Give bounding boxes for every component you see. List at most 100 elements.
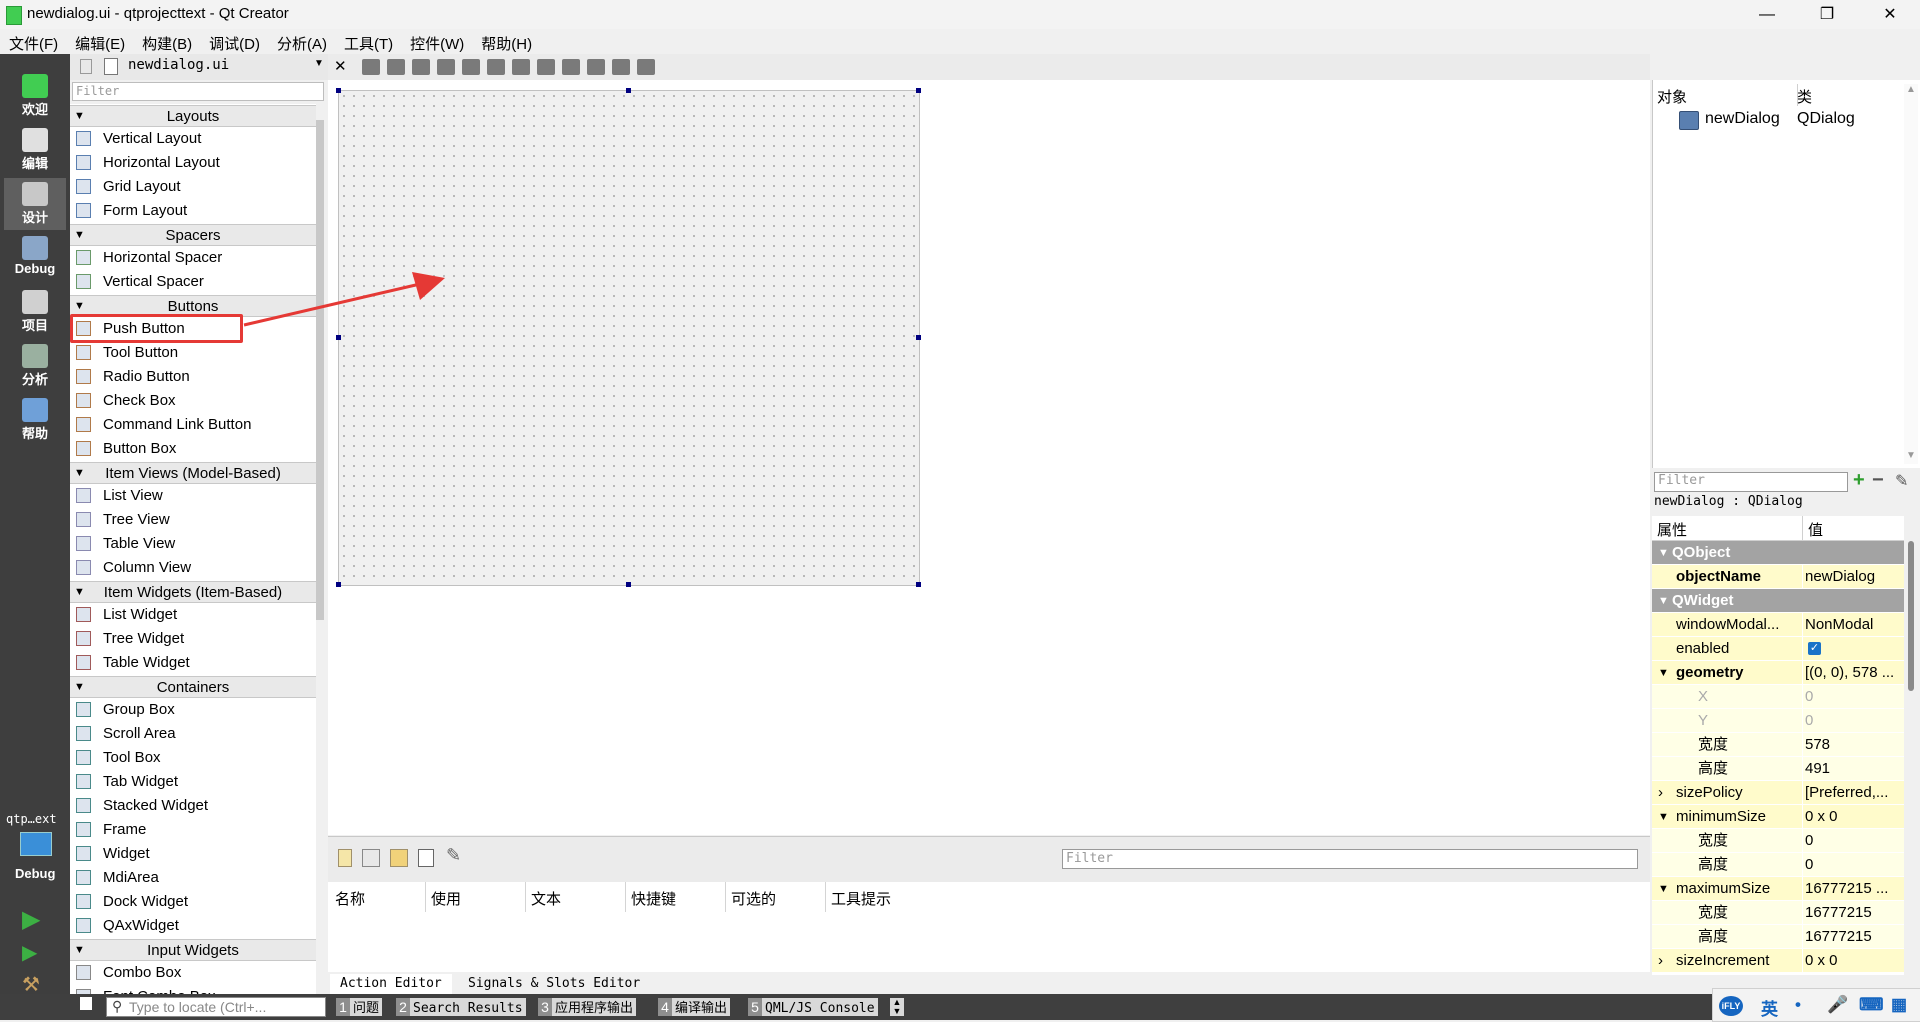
maximize-button[interactable]: ❐ (1797, 0, 1857, 29)
menu-item[interactable]: 控件(W) (401, 29, 472, 54)
edit-signals-icon[interactable] (387, 59, 405, 75)
property-row[interactable]: 高度 0 (1652, 853, 1904, 877)
property-row[interactable]: Y0 (1652, 709, 1904, 733)
category-header[interactable]: ▼ Containers (70, 676, 316, 698)
widget-item[interactable]: Frame (70, 818, 316, 842)
mode-4[interactable]: 项目 (4, 286, 66, 338)
paste-icon[interactable] (390, 849, 408, 867)
output-pane-tab[interactable]: 2 Search Results (396, 998, 526, 1016)
enabled-checkbox[interactable]: ✓ (1808, 642, 1821, 655)
close-document-icon[interactable]: ✕ (334, 57, 347, 75)
debug-run-icon[interactable]: ▶ (22, 940, 44, 964)
widget-item[interactable]: Button Box (70, 437, 316, 461)
scrollbar-thumb[interactable] (316, 120, 324, 620)
widget-item[interactable]: List View (70, 484, 316, 508)
property-value[interactable]: 0 (1805, 829, 1901, 853)
run-icon[interactable]: ▶ (22, 905, 40, 934)
property-row[interactable]: X0 (1652, 685, 1904, 709)
mode-0[interactable]: 欢迎 (4, 70, 66, 122)
layout-horizontal-splitter-icon[interactable] (512, 59, 530, 75)
ime-language-toggle[interactable]: 英 (1761, 995, 1778, 1020)
widget-item[interactable]: Table Widget (70, 651, 316, 675)
layout-vertical-splitter-icon[interactable] (537, 59, 555, 75)
punctuation-icon[interactable]: • (1795, 995, 1801, 1015)
chevron-right-icon[interactable]: › (1658, 949, 1663, 973)
resize-handle[interactable] (336, 582, 341, 587)
adjust-size-icon[interactable] (637, 59, 655, 75)
new-action-icon[interactable] (338, 849, 352, 867)
tab-action-editor[interactable]: Action Editor (330, 974, 452, 994)
property-row[interactable]: › sizeIncrement 0 x 0 (1652, 949, 1904, 973)
category-header[interactable]: ▼ Spacers (70, 224, 316, 246)
chevron-down-icon[interactable]: ▼ (1658, 589, 1669, 613)
property-value[interactable]: 0 (1805, 853, 1901, 877)
chevron-down-icon[interactable]: ▼ (1658, 877, 1669, 901)
output-pane-tab[interactable]: 1 问题 (336, 998, 383, 1016)
widget-item[interactable]: Scroll Area (70, 722, 316, 746)
widget-item[interactable]: Tool Box (70, 746, 316, 770)
ime-logo-icon[interactable]: iFLY (1719, 996, 1743, 1016)
widget-item[interactable]: Tree View (70, 508, 316, 532)
edit-widgets-icon[interactable] (362, 59, 380, 75)
widget-item[interactable]: List Widget (70, 603, 316, 627)
widget-item[interactable]: Tool Button (70, 341, 316, 365)
chevron-down-icon[interactable]: ▼ (1658, 805, 1669, 829)
locator-input[interactable]: Type to locate (Ctrl+... (106, 997, 326, 1017)
widget-item[interactable]: Group Box (70, 698, 316, 722)
layout-grid-icon[interactable] (587, 59, 605, 75)
remove-property-icon[interactable]: − (1872, 469, 1884, 492)
toggle-sidebar-icon[interactable] (80, 997, 92, 1010)
add-property-icon[interactable]: + (1853, 469, 1865, 492)
widget-item[interactable]: Combo Box (70, 961, 316, 985)
chevron-right-icon[interactable]: › (1658, 781, 1663, 805)
mode-1[interactable]: 编辑 (4, 124, 66, 176)
widget-item[interactable]: Vertical Layout (70, 127, 316, 151)
property-value[interactable]: 16777215 (1805, 901, 1901, 925)
property-row[interactable]: objectName newDialog (1652, 565, 1904, 589)
chevron-down-icon[interactable]: ▼ (1658, 661, 1669, 685)
apps-grid-icon[interactable]: ▦ (1891, 995, 1907, 1015)
mode-5[interactable]: 分析 (4, 340, 66, 392)
property-row[interactable]: ▼ maximumSize 16777215 ... (1652, 877, 1904, 901)
property-value[interactable]: newDialog (1805, 565, 1901, 589)
property-filter-input[interactable]: Filter (1654, 472, 1848, 492)
property-value[interactable]: 0 (1805, 685, 1901, 709)
monitor-icon[interactable] (20, 832, 52, 856)
widget-item[interactable]: QAxWidget (70, 914, 316, 938)
property-value[interactable]: 16777215 (1805, 925, 1901, 949)
property-value[interactable]: 578 (1805, 733, 1901, 757)
property-row[interactable]: ▼ QWidget (1652, 589, 1904, 613)
action-column-header[interactable]: 文本 (531, 888, 561, 909)
property-editor-scrollbar[interactable] (1904, 541, 1918, 975)
widget-item[interactable]: Horizontal Layout (70, 151, 316, 175)
property-row[interactable]: enabled ✓ (1652, 637, 1904, 661)
menu-item[interactable]: 构建(B) (133, 29, 200, 54)
property-row[interactable]: windowModal... NonModal (1652, 613, 1904, 637)
property-value[interactable]: [(0, 0), 578 ... (1805, 661, 1901, 685)
menu-item[interactable]: 调试(D) (200, 29, 268, 54)
chevron-down-icon[interactable]: ▼ (314, 58, 324, 69)
close-button[interactable]: ✕ (1860, 0, 1920, 29)
menu-item[interactable]: 工具(T) (335, 29, 401, 54)
layout-vertical-icon[interactable] (487, 59, 505, 75)
minimize-button[interactable]: — (1737, 0, 1797, 29)
widget-item[interactable]: Check Box (70, 389, 316, 413)
category-header[interactable]: ▼ Input Widgets (70, 939, 316, 961)
layout-horizontal-icon[interactable] (462, 59, 480, 75)
output-pane-tab[interactable]: 4 编译输出 (658, 998, 731, 1016)
property-row[interactable]: ▼ minimumSize 0 x 0 (1652, 805, 1904, 829)
widget-item[interactable]: Tab Widget (70, 770, 316, 794)
action-column-header[interactable]: 工具提示 (831, 888, 891, 909)
resize-handle[interactable] (916, 88, 921, 93)
resize-handle[interactable] (916, 335, 921, 340)
wrench-icon[interactable]: ✎ (446, 845, 461, 866)
resize-handle[interactable] (336, 335, 341, 340)
mode-3[interactable]: Debug (4, 232, 66, 284)
microphone-icon[interactable]: 🎤 (1827, 995, 1848, 1015)
layout-form-icon[interactable] (562, 59, 580, 75)
action-column-header[interactable]: 快捷键 (631, 888, 676, 909)
resize-handle[interactable] (336, 88, 341, 93)
category-header[interactable]: ▼ Layouts (70, 105, 316, 127)
property-row[interactable]: 宽度 578 (1652, 733, 1904, 757)
scroll-down-icon[interactable]: ▼ (1906, 450, 1916, 461)
